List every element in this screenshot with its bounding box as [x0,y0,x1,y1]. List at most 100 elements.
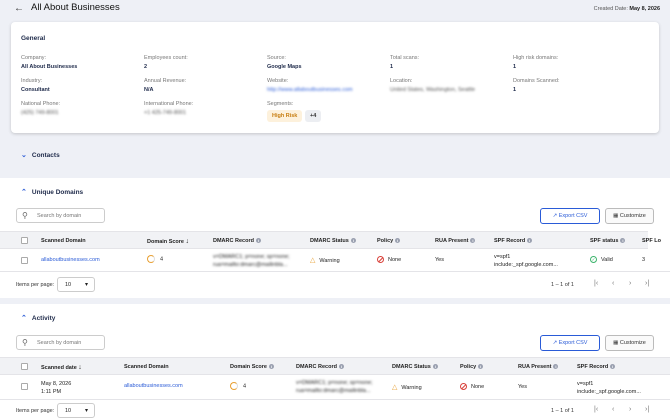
rua-present: Yes [435,257,444,263]
score-gauge-icon [230,382,238,390]
score-gauge-icon [147,255,155,263]
industry-field: Industry: Consultant [21,78,50,93]
select-all-checkbox[interactable] [21,363,28,370]
dmarc-record: v=DMARC1; p=none; sp=none; rua=mailto:dma… [296,380,373,394]
caret-down-icon: ▾ [84,282,88,288]
activity-search-input[interactable]: ⚲ Search by domain [16,335,105,350]
policy: None [460,383,484,390]
spf-record: v=spf1 include:_spf.google.com... [494,254,558,268]
customize-button[interactable]: ▦ Customize [605,208,654,224]
created-date: Created Date: May 8, 2026 [593,6,660,12]
dmarc-status: △ Warning [392,384,422,391]
high-risk-domains-field: High risk domains: 1 [513,55,559,70]
spf-record: v=spf1 include:_spf.google.com... [577,381,641,395]
activity-table-header: Scanned date ↓ Scanned Domain Domain Sco… [0,357,670,375]
company-field: Company: All About Businesses [21,55,78,70]
scanned-date: May 8, 2026 1:11 PM [41,381,72,395]
domain-score: 4 [147,255,163,263]
warning-icon: △ [392,384,398,391]
chevron-up-icon: ⌃ [21,315,27,322]
employees-field: Employees count: 2 [144,55,188,70]
row-checkbox[interactable] [21,383,28,390]
info-icon: i [527,238,533,244]
info-icon: i [553,364,559,370]
table-row[interactable]: May 8, 2026 1:11 PM allaboutbusinesses.co… [0,375,670,399]
customize-button[interactable]: ▦ Customize [605,335,654,351]
activity-card: ⌃ Activity ⚲ Search by domain ↗ Export CS… [0,304,670,418]
location-field: Location: United States, Washington, Seat… [390,78,476,93]
export-csv-button[interactable]: ↗ Export CSV [540,335,600,351]
prev-page-icon[interactable]: ‹ [612,280,614,287]
total-scans-field: Total scans: 1 [390,55,420,70]
info-icon: i [432,364,438,370]
segment-chip-high-risk: High Risk [267,110,303,122]
first-page-icon[interactable]: |‹ [594,280,598,287]
none-icon [377,256,384,263]
pagination-range: 1 – 1 of 1 [551,282,574,288]
caret-down-icon: ▾ [84,408,88,414]
table-icon: ▦ [613,213,619,219]
items-per-page-select[interactable]: 10 ▾ [57,277,95,292]
search-icon: ⚲ [22,211,28,220]
general-card: General Company: All About Businesses Emp… [11,22,659,133]
activity-header[interactable]: ⌃ Activity [21,314,55,322]
arrow-left-icon[interactable]: ← [14,3,24,14]
info-icon: i [478,364,484,370]
unique-domains-card: ⌃ Unique Domains ⚲ Search by domain ↗ Exp… [0,178,670,298]
info-icon: i [338,364,344,370]
domains-table-header: Scanned Domain Domain Score ↓ DMARC Reco… [0,231,661,249]
divider [0,271,670,272]
domains-scanned-field: Domains Scanned: 1 [513,78,560,93]
dmarc-status: △ Warning [310,257,340,264]
info-icon: i [350,238,356,244]
row-checkbox[interactable] [21,257,28,264]
export-csv-button[interactable]: ↗ Export CSV [540,208,600,224]
sort-desc-icon: ↓ [185,238,190,245]
segments-field: Segments: [267,101,294,107]
info-icon: i [470,238,476,244]
pagination-range: 1 – 1 of 1 [551,408,574,414]
none-icon [460,383,467,390]
policy: None [377,256,401,263]
prev-page-icon[interactable]: ‹ [612,406,614,413]
next-page-icon[interactable]: › [629,280,631,287]
export-icon: ↗ [552,340,558,346]
annual-revenue-field: Annual Revenue: N/A [144,78,187,93]
page-title: All About Businesses [31,2,120,13]
chevron-up-icon: ⌃ [21,189,27,196]
info-icon: i [610,364,616,370]
domain-search-input[interactable]: ⚲ Search by domain [16,208,105,223]
last-page-icon[interactable]: ›| [645,280,649,287]
source-field: Source: Google Maps [267,55,302,70]
dmarc-record: v=DMARC1; p=none; sp=none; rua=mailto:dma… [213,254,290,268]
items-per-page-select[interactable]: 10 ▾ [57,403,95,418]
website-link[interactable]: http://www.allaboutbusinesses.com [267,87,353,93]
info-icon: i [268,364,274,370]
next-page-icon[interactable]: › [629,406,631,413]
international-phone-field: International Phone: +1 425-749-8001 [144,101,194,116]
first-page-icon[interactable]: |‹ [594,406,598,413]
spf-status: ✓ Valid [590,256,613,263]
chevron-down-icon: ⌄ [21,152,27,159]
contacts-section[interactable]: ⌄ Contacts [21,151,60,159]
scanned-domain-link[interactable]: allaboutbusinesses.com [124,383,183,389]
warning-icon: △ [310,257,316,264]
sort-desc-icon: ↓ [78,364,82,371]
check-circle-icon: ✓ [590,256,597,263]
top-bar: ← All About Businesses Created Date: May… [0,0,670,18]
unique-domains-header[interactable]: ⌃ Unique Domains [21,188,83,196]
last-page-icon[interactable]: ›| [645,406,649,413]
table-icon: ▦ [613,340,619,346]
table-row[interactable]: allaboutbusinesses.com 4 v=DMARC1; p=non… [0,249,670,271]
select-all-checkbox[interactable] [21,237,28,244]
info-icon: i [255,238,261,244]
website-field: Website: http://www.allaboutbusinesses.co… [267,78,353,93]
items-per-page-label: Items per page: [16,282,55,288]
scanned-domain-link[interactable]: allaboutbusinesses.com [41,257,100,263]
segments-more-chip[interactable]: +4 [305,110,322,122]
export-icon: ↗ [552,213,558,219]
general-title: General [21,35,46,42]
info-icon: i [395,238,401,244]
domain-score: 4 [230,382,246,390]
search-icon: ⚲ [22,338,28,347]
